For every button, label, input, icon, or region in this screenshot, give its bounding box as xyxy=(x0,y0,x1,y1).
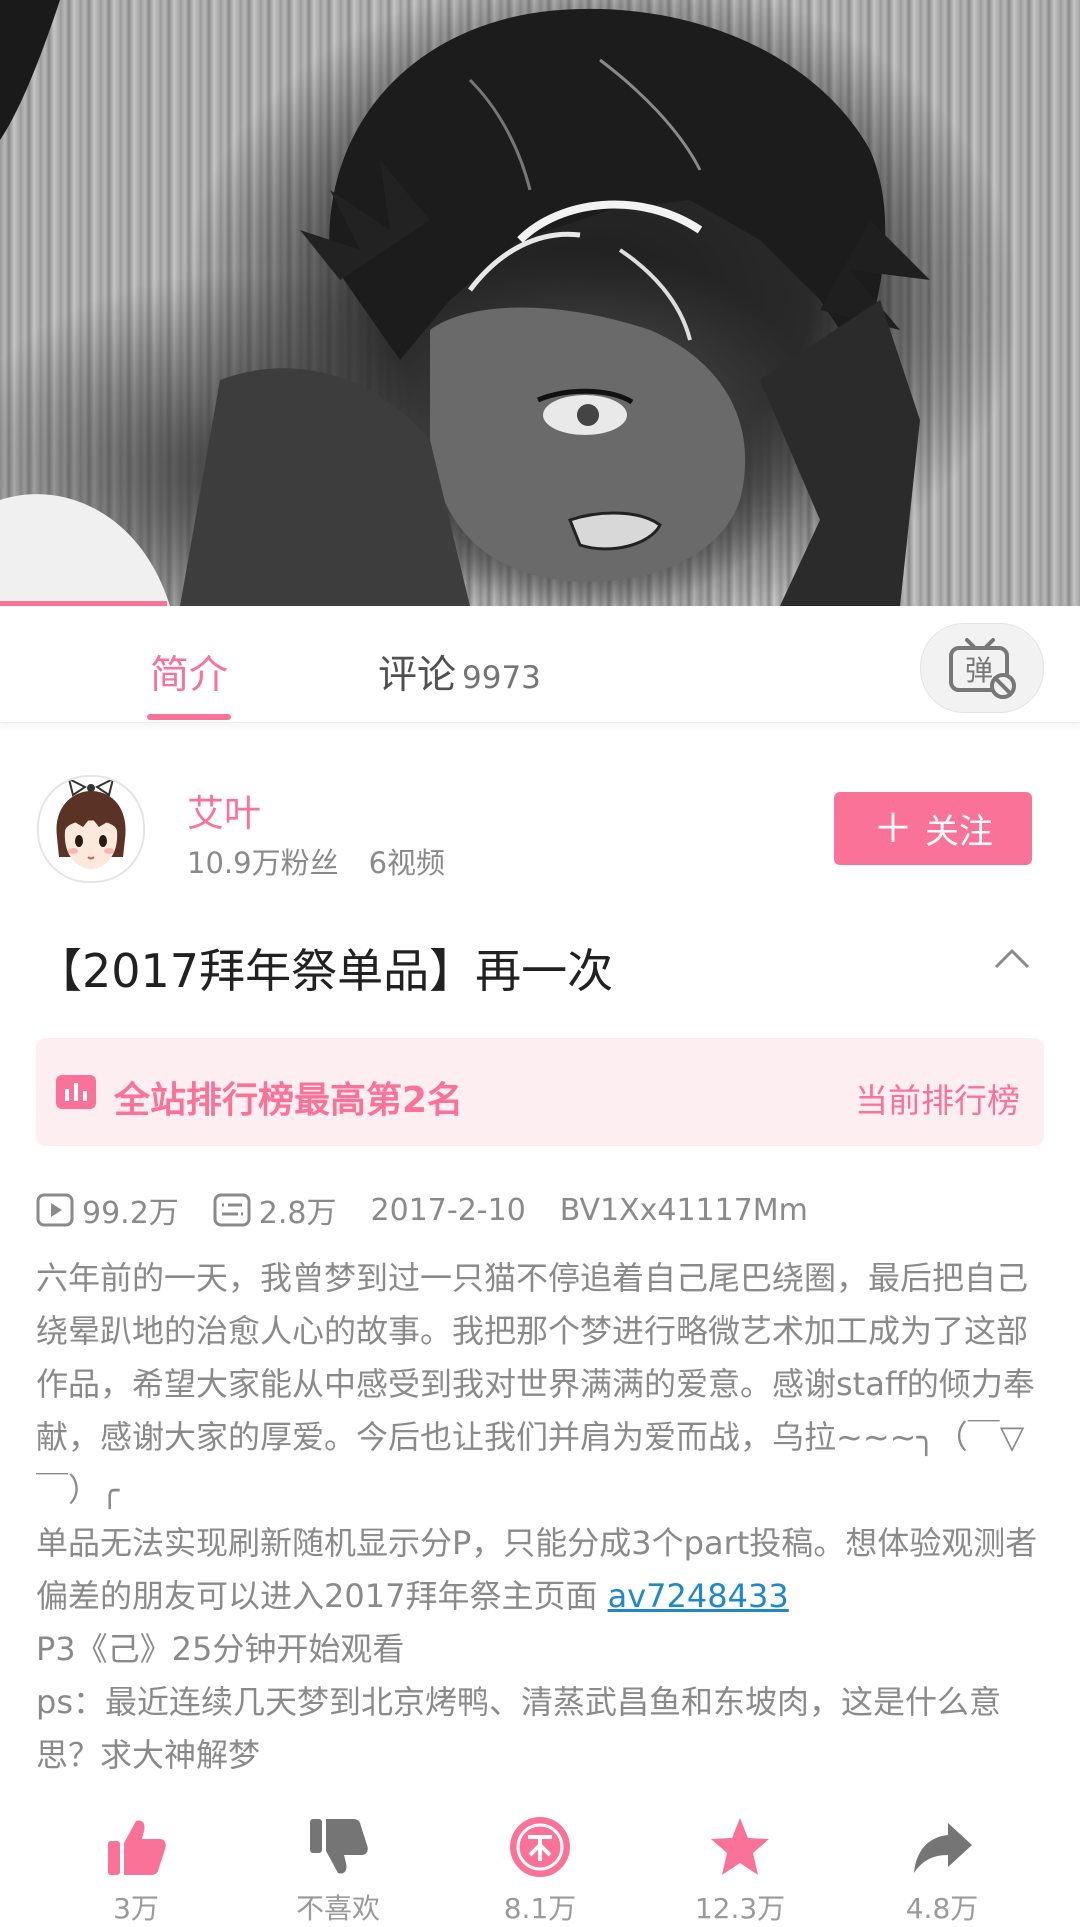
video-meta-line: 99.2万 2.8万 2017-2-10 BV1Xx41117Mm xyxy=(36,1188,842,1232)
favorite-count: 12.3万 xyxy=(694,1892,786,1925)
uploader-name[interactable]: 艾叶 xyxy=(187,783,261,837)
danmaku-off-icon: 弹 xyxy=(949,638,1016,699)
video-title: 【2017拜年祭单品】再一次 xyxy=(36,944,614,998)
coin-icon xyxy=(510,1817,570,1877)
bvid: BV1Xx41117Mm xyxy=(559,1192,808,1228)
play-count-icon xyxy=(36,1193,74,1227)
video-frame-illustration xyxy=(0,0,930,606)
danmaku-toggle-button[interactable]: 弹 xyxy=(920,623,1044,713)
uploader-stats: 10.9万粉丝 6视频 xyxy=(187,840,445,882)
tab-intro[interactable]: 简介 xyxy=(150,644,228,700)
video-player[interactable] xyxy=(0,0,1080,606)
action-bar: 3万 不喜欢 8.1万 12.3万 4.8万 xyxy=(0,1815,1080,1925)
like-button[interactable]: 3万 xyxy=(56,1815,216,1927)
publish-date: 2017-2-10 xyxy=(370,1192,526,1228)
uploader-avatar[interactable] xyxy=(37,775,145,883)
tab-comments-count: 9973 xyxy=(462,660,541,696)
dislike-label: 不喜欢 xyxy=(295,1892,380,1925)
uploader-followers: 10.9万粉丝 xyxy=(187,846,339,880)
dislike-button[interactable]: 不喜欢 xyxy=(258,1815,418,1927)
favorite-button[interactable]: 12.3万 xyxy=(660,1815,820,1927)
view-count-value: 99.2万 xyxy=(82,1196,179,1231)
star-icon xyxy=(711,1818,769,1875)
danmaku-count: 2.8万 xyxy=(213,1188,337,1232)
tab-comments-label: 评论 xyxy=(378,653,457,698)
description-paragraph: 六年前的一天，我曾梦到过一只猫不停追着自己尾巴绕圈，最后把自己绕晕趴地的治愈人心… xyxy=(36,1259,1035,1509)
description-paragraph: ps：最近连续几天梦到北京烤鸭、清蒸武昌鱼和东坡肉，这是什么意思？求大神解梦 xyxy=(36,1683,1001,1774)
uploader-video-count: 6视频 xyxy=(368,846,446,880)
coin-count: 8.1万 xyxy=(503,1892,577,1925)
current-ranking-link[interactable]: 当前排行榜 xyxy=(855,1074,1020,1122)
like-count: 3万 xyxy=(113,1892,159,1925)
tab-active-indicator xyxy=(147,714,231,720)
danmaku-glyph: 弹 xyxy=(965,654,993,687)
avatar-illustration xyxy=(39,777,143,881)
description-paragraph: 单品无法实现刷新随机显示分P，只能分成3个part投稿。想体验观测者偏差的朋友可… xyxy=(36,1517,1046,1623)
view-count: 99.2万 xyxy=(36,1188,179,1232)
thumbs-up-icon xyxy=(108,1820,166,1875)
description-text: 单品无法实现刷新随机显示分P，只能分成3个part投稿。想体验观测者偏差的朋友可… xyxy=(36,1524,1038,1615)
share-count: 4.8万 xyxy=(905,1892,979,1925)
thumbs-down-icon xyxy=(310,1819,368,1874)
share-arrow-icon xyxy=(914,1823,972,1873)
danmaku-count-icon xyxy=(213,1193,251,1227)
danmaku-count-value: 2.8万 xyxy=(258,1196,337,1231)
description-paragraph: P3《己》25分钟开始观看 xyxy=(36,1630,405,1668)
follow-button[interactable]: ＋ 关注 xyxy=(834,792,1032,865)
ranking-text: 全站排行榜最高第2名 xyxy=(114,1080,464,1121)
detail-tabs: 简介 评论 9973 弹 xyxy=(0,606,1080,723)
share-button[interactable]: 4.8万 xyxy=(862,1815,1022,1927)
coin-button[interactable]: 8.1万 xyxy=(460,1815,620,1927)
bar-chart-icon xyxy=(56,1075,96,1109)
follow-label: 关注 xyxy=(925,812,993,852)
video-description: 六年前的一天，我曾梦到过一只猫不停追着自己尾巴绕圈，最后把自己绕晕趴地的治愈人心… xyxy=(36,1252,1046,1782)
collapse-chevron-up-icon[interactable] xyxy=(992,945,1032,971)
plus-icon: ＋ xyxy=(873,805,913,852)
ranking-banner[interactable]: 全站排行榜最高第2名 当前排行榜 xyxy=(36,1038,1044,1146)
av-link[interactable]: av7248433 xyxy=(608,1577,789,1615)
tab-comments[interactable]: 评论 9973 xyxy=(378,644,541,700)
